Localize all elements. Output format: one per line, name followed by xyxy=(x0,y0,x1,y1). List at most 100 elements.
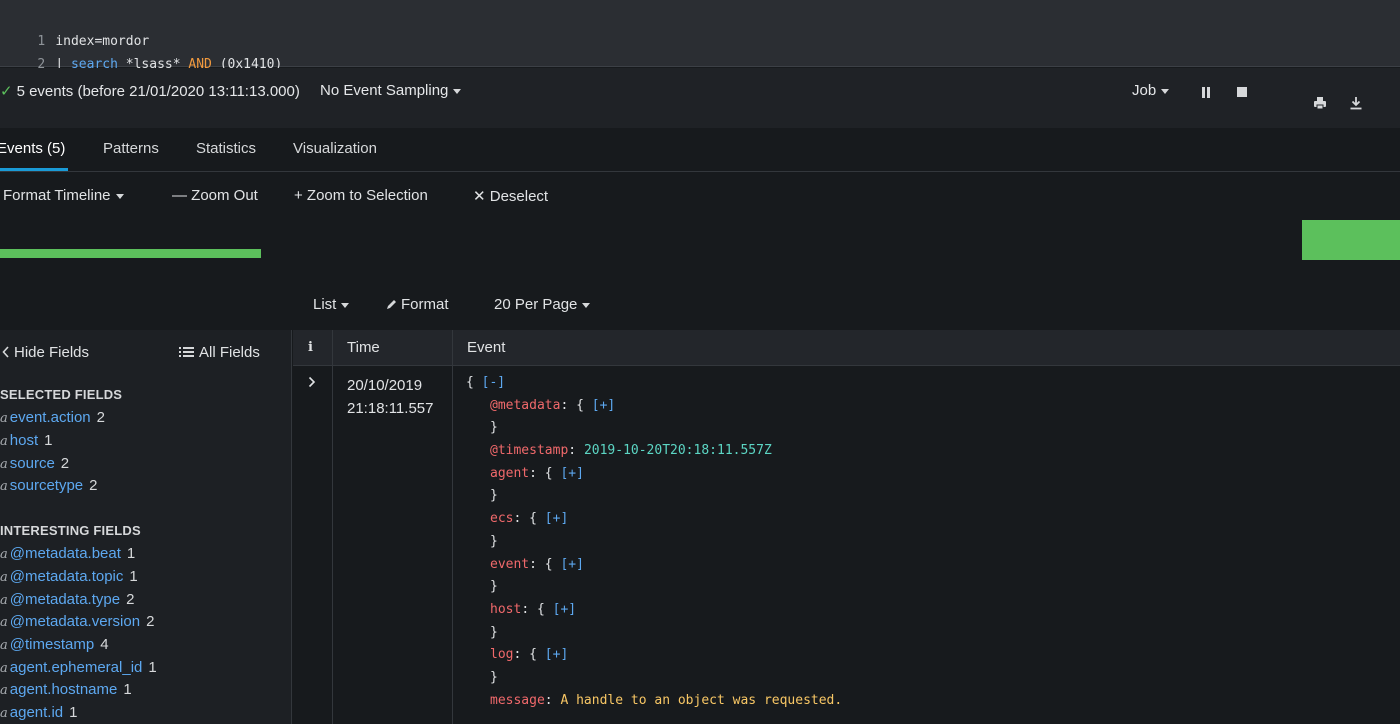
field-item[interactable]: a @timestamp 4 xyxy=(0,635,109,655)
field-item[interactable]: a source 2 xyxy=(0,454,69,474)
format-timeline-dropdown[interactable]: Format Timeline xyxy=(3,187,124,204)
check-icon: ✓ xyxy=(0,83,13,100)
table-header: i Time Event xyxy=(293,330,1400,366)
field-item[interactable]: a @metadata.beat 1 xyxy=(0,544,135,564)
search-query-editor[interactable]: 1 index=mordor 2 | search *lsass* AND (0x1… xyxy=(0,0,1400,72)
json-key[interactable]: @timestamp xyxy=(490,443,568,458)
field-count: 2 xyxy=(126,591,135,608)
field-item[interactable]: a @metadata.topic 1 xyxy=(0,567,138,587)
column-divider xyxy=(332,330,333,724)
field-item[interactable]: a sourcetype 2 xyxy=(0,476,97,496)
per-page-dropdown[interactable]: 20 Per Page xyxy=(494,296,591,313)
tab-patterns[interactable]: Patterns xyxy=(103,140,159,157)
collapse-toggle[interactable]: [-] xyxy=(482,375,505,390)
json-value[interactable]: 2019-10-20T20:18:11.557Z xyxy=(584,443,772,458)
json-key[interactable]: host xyxy=(490,602,521,617)
tab-events[interactable]: Events (5) xyxy=(0,140,65,157)
search-status-bar: ✓ 5 events (before 21/01/2020 13:11:13.00… xyxy=(0,68,1400,128)
field-name: @metadata.version xyxy=(9,613,141,630)
string-type-icon: a xyxy=(0,411,8,426)
download-icon[interactable] xyxy=(1349,96,1363,110)
hide-fields-label: Hide Fields xyxy=(14,344,90,361)
field-count: 2 xyxy=(146,613,155,630)
field-item[interactable]: a @metadata.type 2 xyxy=(0,590,134,610)
json-key[interactable]: agent xyxy=(490,466,529,481)
results-tabs: Events (5) Patterns Statistics Visualiza… xyxy=(0,128,1400,172)
field-name: @metadata.topic xyxy=(9,568,124,585)
field-name: agent.hostname xyxy=(9,681,118,698)
expand-toggle[interactable]: [+] xyxy=(592,398,615,413)
field-name: @timestamp xyxy=(9,636,95,653)
list-view-dropdown[interactable]: List xyxy=(313,296,350,313)
events-table: i Time Event 20/10/2019 21:18:11.557 { [… xyxy=(293,330,1400,724)
json-brace: } xyxy=(490,533,498,549)
deselect-button[interactable]: ✕ Deselect xyxy=(473,187,548,205)
json-value[interactable]: A handle to an object was requested. xyxy=(560,693,842,708)
field-count: 1 xyxy=(126,545,136,562)
list-label: List xyxy=(313,296,337,313)
zoom-to-selection-button[interactable]: + Zoom to Selection xyxy=(294,187,428,204)
selected-fields-heading: SELECTED FIELDS xyxy=(0,387,123,402)
field-item[interactable]: a event.action 2 xyxy=(0,408,105,428)
json-key[interactable]: message xyxy=(490,693,545,708)
chevron-down-icon xyxy=(453,88,462,94)
job-menu[interactable]: Job xyxy=(1132,82,1170,99)
json-brace: } xyxy=(490,624,498,640)
format-button[interactable]: Format xyxy=(386,296,449,313)
field-item[interactable]: a agent.hostname 1 xyxy=(0,680,132,700)
hide-fields-button[interactable]: Hide Fields xyxy=(2,344,89,361)
field-count: 1 xyxy=(129,568,138,585)
json-sep: : xyxy=(544,692,561,708)
expand-toggle[interactable]: [+] xyxy=(560,557,583,572)
event-json: { [-] @metadata: { [+] } @timestamp: 201… xyxy=(466,372,842,712)
string-type-icon: a xyxy=(0,593,8,608)
time-column-header[interactable]: Time xyxy=(347,339,380,356)
zoom-out-button[interactable]: — Zoom Out xyxy=(172,187,258,204)
string-type-icon: a xyxy=(0,434,8,449)
json-key[interactable]: event xyxy=(490,557,529,572)
sampling-label: No Event Sampling xyxy=(320,82,449,99)
chevron-right-icon[interactable] xyxy=(307,376,317,388)
json-sep: : xyxy=(568,443,584,459)
json-key[interactable]: @metadata xyxy=(490,398,560,413)
format-timeline-label: Format Timeline xyxy=(3,187,111,204)
event-timeline[interactable] xyxy=(0,218,1400,278)
expand-toggle[interactable]: [+] xyxy=(553,602,576,617)
field-count: 1 xyxy=(148,659,157,676)
field-item[interactable]: a host 1 xyxy=(0,431,52,451)
timeline-bar[interactable] xyxy=(0,249,261,258)
expand-toggle[interactable]: [+] xyxy=(545,511,568,526)
field-count: 2 xyxy=(89,477,98,494)
event-column-header: Event xyxy=(467,339,506,356)
query-line-1[interactable]: 1 index=mordor xyxy=(0,9,149,49)
field-name: sourcetype xyxy=(9,477,84,494)
all-fields-button[interactable]: All Fields xyxy=(179,344,260,361)
expand-toggle[interactable]: [+] xyxy=(545,647,568,662)
field-name: event.action xyxy=(9,409,91,426)
tab-visualization[interactable]: Visualization xyxy=(293,140,377,157)
query-line-2[interactable]: 2 | search *lsass* AND (0x1410) xyxy=(0,32,282,72)
print-icon[interactable] xyxy=(1313,96,1327,110)
event-sampling-dropdown[interactable]: No Event Sampling xyxy=(320,82,462,99)
json-key[interactable]: log xyxy=(490,647,513,662)
field-item[interactable]: a agent.ephemeral_id 1 xyxy=(0,658,157,678)
pause-icon[interactable] xyxy=(1201,87,1211,98)
chevron-down-icon xyxy=(1161,88,1170,94)
chevron-down-icon xyxy=(115,193,124,199)
timeline-bar[interactable] xyxy=(1302,220,1400,260)
expand-toggle[interactable]: [+] xyxy=(560,466,583,481)
json-key[interactable]: ecs xyxy=(490,511,513,526)
field-item[interactable]: a agent.id 1 xyxy=(0,703,78,723)
column-divider xyxy=(452,330,453,724)
stop-icon[interactable] xyxy=(1237,87,1247,97)
field-item[interactable]: a @metadata.version 2 xyxy=(0,612,154,632)
per-page-label: 20 Per Page xyxy=(494,296,578,313)
json-brace: } xyxy=(490,420,498,436)
field-count: 1 xyxy=(69,704,78,721)
json-sep: : { xyxy=(560,397,592,413)
list-icon xyxy=(179,347,194,357)
string-type-icon: a xyxy=(0,615,8,630)
string-type-icon: a xyxy=(0,638,8,653)
tab-statistics[interactable]: Statistics xyxy=(196,140,256,157)
string-type-icon: a xyxy=(0,570,8,585)
